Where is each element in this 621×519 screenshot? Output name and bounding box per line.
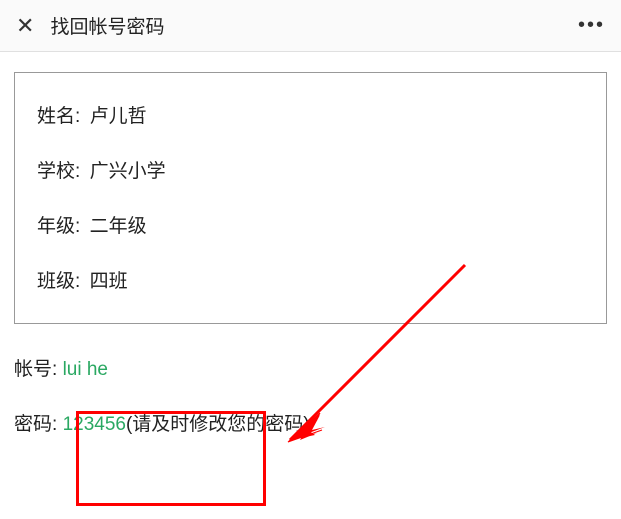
grade-label: 年级: — [37, 216, 80, 237]
class-label: 班级: — [37, 271, 80, 292]
name-value: 卢儿哲 — [90, 106, 147, 127]
grade-row: 年级: 二年级 — [37, 211, 584, 238]
account-label: 帐号: — [14, 359, 57, 380]
name-label: 姓名: — [37, 106, 80, 127]
grade-value: 二年级 — [90, 216, 147, 237]
password-label: 密码: — [14, 414, 57, 435]
page-header: ✕ 找回帐号密码 ••• — [0, 0, 621, 52]
content-area: 姓名: 卢儿哲 学校: 广兴小学 年级: 二年级 班级: 四班 — [0, 52, 621, 324]
more-icon[interactable]: ••• — [578, 14, 605, 37]
password-hint: (请及时修改您的密码) — [126, 414, 310, 435]
class-row: 班级: 四班 — [37, 266, 584, 293]
school-value: 广兴小学 — [90, 161, 166, 182]
page-title: 找回帐号密码 — [50, 12, 578, 39]
close-icon[interactable]: ✕ — [16, 15, 34, 37]
name-row: 姓名: 卢儿哲 — [37, 101, 584, 128]
password-value: 123456 — [63, 414, 126, 435]
school-label: 学校: — [37, 161, 80, 182]
school-row: 学校: 广兴小学 — [37, 156, 584, 183]
class-value: 四班 — [90, 271, 128, 292]
account-value: lui he — [63, 359, 108, 380]
credentials-area: 帐号: lui he 密码: 123456(请及时修改您的密码) — [0, 324, 621, 436]
password-row: 密码: 123456(请及时修改您的密码) — [14, 409, 607, 436]
info-box: 姓名: 卢儿哲 学校: 广兴小学 年级: 二年级 班级: 四班 — [14, 72, 607, 324]
account-row: 帐号: lui he — [14, 354, 607, 381]
